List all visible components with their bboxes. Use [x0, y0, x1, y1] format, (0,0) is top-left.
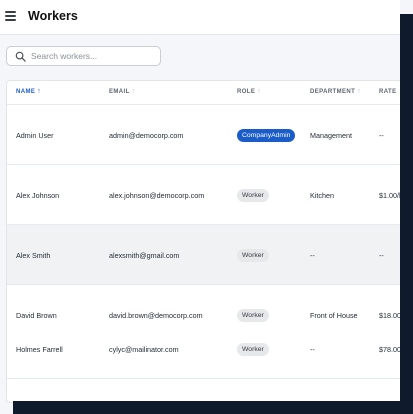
- column-header-email[interactable]: EMAIL ↑: [109, 88, 136, 95]
- search-box[interactable]: [6, 46, 161, 66]
- worker-rate: --: [379, 131, 384, 140]
- hamburger-menu-icon[interactable]: [5, 11, 16, 21]
- page-title: Workers: [28, 9, 78, 23]
- worker-email: cylyc@mailinator.com: [109, 345, 179, 354]
- worker-rate: $18.00: [379, 311, 401, 320]
- table-header: NAME↑ EMAIL↑ ROLE↑ DEPARTMENT↑ RATE↑: [7, 81, 401, 105]
- sort-icon: ↑: [257, 88, 262, 95]
- table-row[interactable]: Admin User admin@democorp.com CompanyAdm…: [7, 105, 401, 165]
- worker-name: Alex Johnson: [16, 191, 60, 200]
- worker-email: alex.johnson@democorp.com: [109, 191, 205, 200]
- worker-department: Management: [310, 131, 352, 140]
- search-input[interactable]: [31, 48, 156, 64]
- worker-department: Kitchen: [310, 191, 334, 200]
- overlay-edge-right: [400, 14, 413, 414]
- role-badge: Worker: [237, 309, 269, 322]
- table-row-group: David Brown david.brown@democorp.com Wor…: [7, 285, 401, 379]
- worker-name: Alex Smith: [16, 251, 51, 260]
- overlay-edge-bottom: [13, 401, 413, 414]
- column-header-department[interactable]: DEPARTMENT ↑: [310, 88, 361, 95]
- workers-table: NAME↑ EMAIL↑ ROLE↑ DEPARTMENT↑ RATE↑ Adm…: [6, 80, 402, 403]
- worker-name: Admin User: [16, 131, 54, 140]
- column-header-role[interactable]: ROLE ↑: [237, 88, 261, 95]
- role-badge: CompanyAdmin: [237, 129, 296, 142]
- role-badge: Worker: [237, 189, 269, 202]
- column-header-name[interactable]: NAME ↑: [16, 88, 41, 95]
- role-badge: Worker: [237, 249, 269, 262]
- column-header-rate[interactable]: RATE↑: [379, 88, 401, 95]
- table-row[interactable]: Alex Johnson alex.johnson@democorp.com W…: [7, 165, 401, 225]
- worker-email: alexsmith@gmail.com: [109, 251, 180, 260]
- worker-email: admin@democorp.com: [109, 131, 184, 140]
- worker-name: Holmes Farrell: [16, 345, 63, 354]
- app-bar: Workers: [0, 0, 400, 35]
- search-icon: [15, 51, 26, 62]
- worker-department: --: [310, 345, 315, 354]
- worker-email: david.brown@democorp.com: [109, 311, 203, 320]
- role-badge: Worker: [237, 343, 269, 356]
- sort-icon: ↑: [131, 88, 136, 95]
- worker-department: --: [310, 251, 315, 260]
- table-row[interactable]: Alex Smith alexsmith@gmail.com Worker --…: [7, 225, 401, 285]
- worker-rate: $1.00/h: [379, 191, 402, 200]
- worker-rate: $78.00: [379, 345, 401, 354]
- worker-name: David Brown: [16, 311, 57, 320]
- worker-department: Front of House: [310, 311, 358, 320]
- worker-rate: --: [379, 251, 384, 260]
- sort-ascending-icon: ↑: [37, 88, 42, 95]
- sort-icon: ↑: [357, 88, 362, 95]
